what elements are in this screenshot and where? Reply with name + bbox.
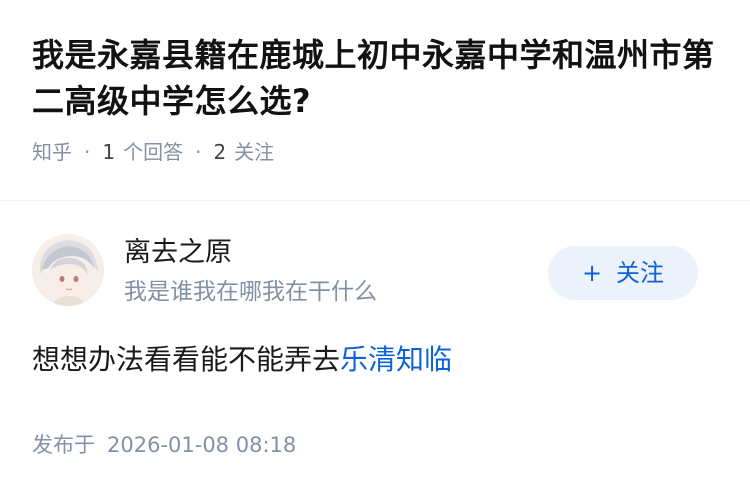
answer-card: 离去之原 我是谁我在哪我在干什么 + 关注 想想办法看看能不能弄去乐清知临 发布于… [32, 234, 722, 460]
author-bio: 我是谁我在哪我在干什么 [124, 279, 377, 305]
follower-count: 2 [213, 140, 227, 164]
publish-label: 发布于 [32, 433, 95, 457]
answer-content: 想想办法看看能不能弄去乐清知临 [32, 340, 722, 380]
answer-count-label: 个回答 [123, 140, 184, 164]
answer-link[interactable]: 乐清知临 [340, 343, 452, 376]
question-meta: 知乎 · 1 个回答 · 2 关注 [32, 138, 722, 166]
follower-count-label: 关注 [234, 140, 275, 164]
follow-button-label: 关注 [616, 259, 665, 287]
author-name[interactable]: 离去之原 [124, 234, 232, 272]
question-header: 我是永嘉县籍在鹿城上初中永嘉中学和温州市第二高级中学怎么选? 知乎 · 1 个回… [32, 32, 722, 166]
avatar[interactable] [32, 234, 104, 306]
avatar-illustration [32, 234, 104, 306]
section-divider [0, 200, 750, 201]
author-row: 离去之原 我是谁我在哪我在干什么 + 关注 [32, 234, 722, 314]
meta-separator: · [195, 140, 202, 164]
plus-icon: + [581, 259, 603, 287]
answer-text: 想想办法看看能不能弄去 [32, 343, 341, 376]
question-title[interactable]: 我是永嘉县籍在鹿城上初中永嘉中学和温州市第二高级中学怎么选? [32, 32, 722, 124]
publish-time: 2026-01-08 08:18 [107, 433, 297, 457]
follow-button[interactable]: + 关注 [548, 246, 698, 300]
meta-separator: · [84, 140, 91, 164]
source-label[interactable]: 知乎 [32, 138, 72, 166]
answer-count: 1 [102, 140, 116, 164]
publish-info: 发布于 2026-01-08 08:18 [32, 430, 722, 460]
